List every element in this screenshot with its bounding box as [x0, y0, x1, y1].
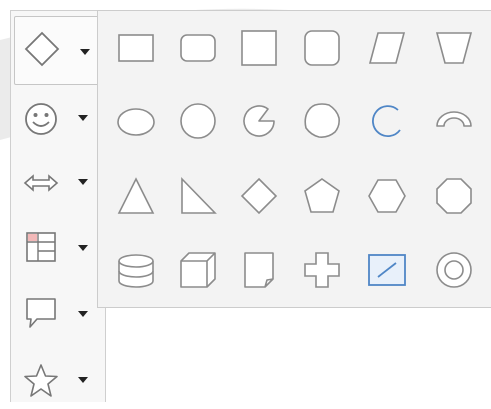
callout-icon	[26, 298, 56, 328]
parallelogram-icon[interactable]	[364, 25, 410, 71]
chevron-down-icon	[78, 245, 88, 251]
hexagon-icon[interactable]	[364, 173, 410, 219]
basic-shapes-button[interactable]	[14, 16, 99, 85]
circle-icon[interactable]	[175, 98, 221, 144]
flowchart-button[interactable]	[11, 217, 105, 281]
diamond-icon[interactable]	[236, 173, 282, 219]
basic-shapes-palette	[97, 10, 491, 308]
folded-corner-icon[interactable]	[236, 247, 282, 293]
symbol-shapes-button[interactable]	[11, 87, 105, 151]
chevron-down-icon	[80, 49, 90, 55]
double-arrow-icon	[23, 174, 59, 192]
chevron-down-icon	[78, 115, 88, 121]
ring-icon[interactable]	[431, 247, 477, 293]
chevron-down-icon	[78, 179, 88, 185]
trapezoid-icon[interactable]	[431, 25, 477, 71]
pentagon-icon[interactable]	[299, 173, 345, 219]
block-arc-icon[interactable]	[431, 98, 477, 144]
stars-button[interactable]	[11, 345, 105, 409]
cube-icon[interactable]	[175, 247, 221, 293]
rounded-rectangle-icon[interactable]	[175, 25, 221, 71]
frame-icon[interactable]	[364, 247, 410, 293]
arc-icon[interactable]	[364, 98, 410, 144]
diamond-icon	[24, 31, 60, 67]
circle-pie-icon[interactable]	[236, 98, 282, 144]
shape-category-sidebar	[10, 10, 106, 402]
chevron-down-icon	[78, 377, 88, 383]
cylinder-icon[interactable]	[113, 247, 159, 293]
octagon-rounded-icon[interactable]	[299, 98, 345, 144]
right-triangle-icon[interactable]	[175, 173, 221, 219]
rounded-square-icon[interactable]	[299, 25, 345, 71]
isosceles-triangle-icon[interactable]	[113, 173, 159, 219]
block-arrows-button[interactable]	[11, 151, 105, 215]
chevron-down-icon	[78, 311, 88, 317]
star-icon	[24, 364, 58, 397]
square-icon[interactable]	[236, 25, 282, 71]
smiley-icon	[25, 103, 57, 135]
callouts-button[interactable]	[11, 281, 105, 345]
flowchart-icon	[26, 232, 56, 262]
ellipse-icon[interactable]	[113, 98, 159, 144]
rectangle-icon[interactable]	[113, 25, 159, 71]
cross-icon[interactable]	[299, 247, 345, 293]
octagon-icon[interactable]	[431, 173, 477, 219]
